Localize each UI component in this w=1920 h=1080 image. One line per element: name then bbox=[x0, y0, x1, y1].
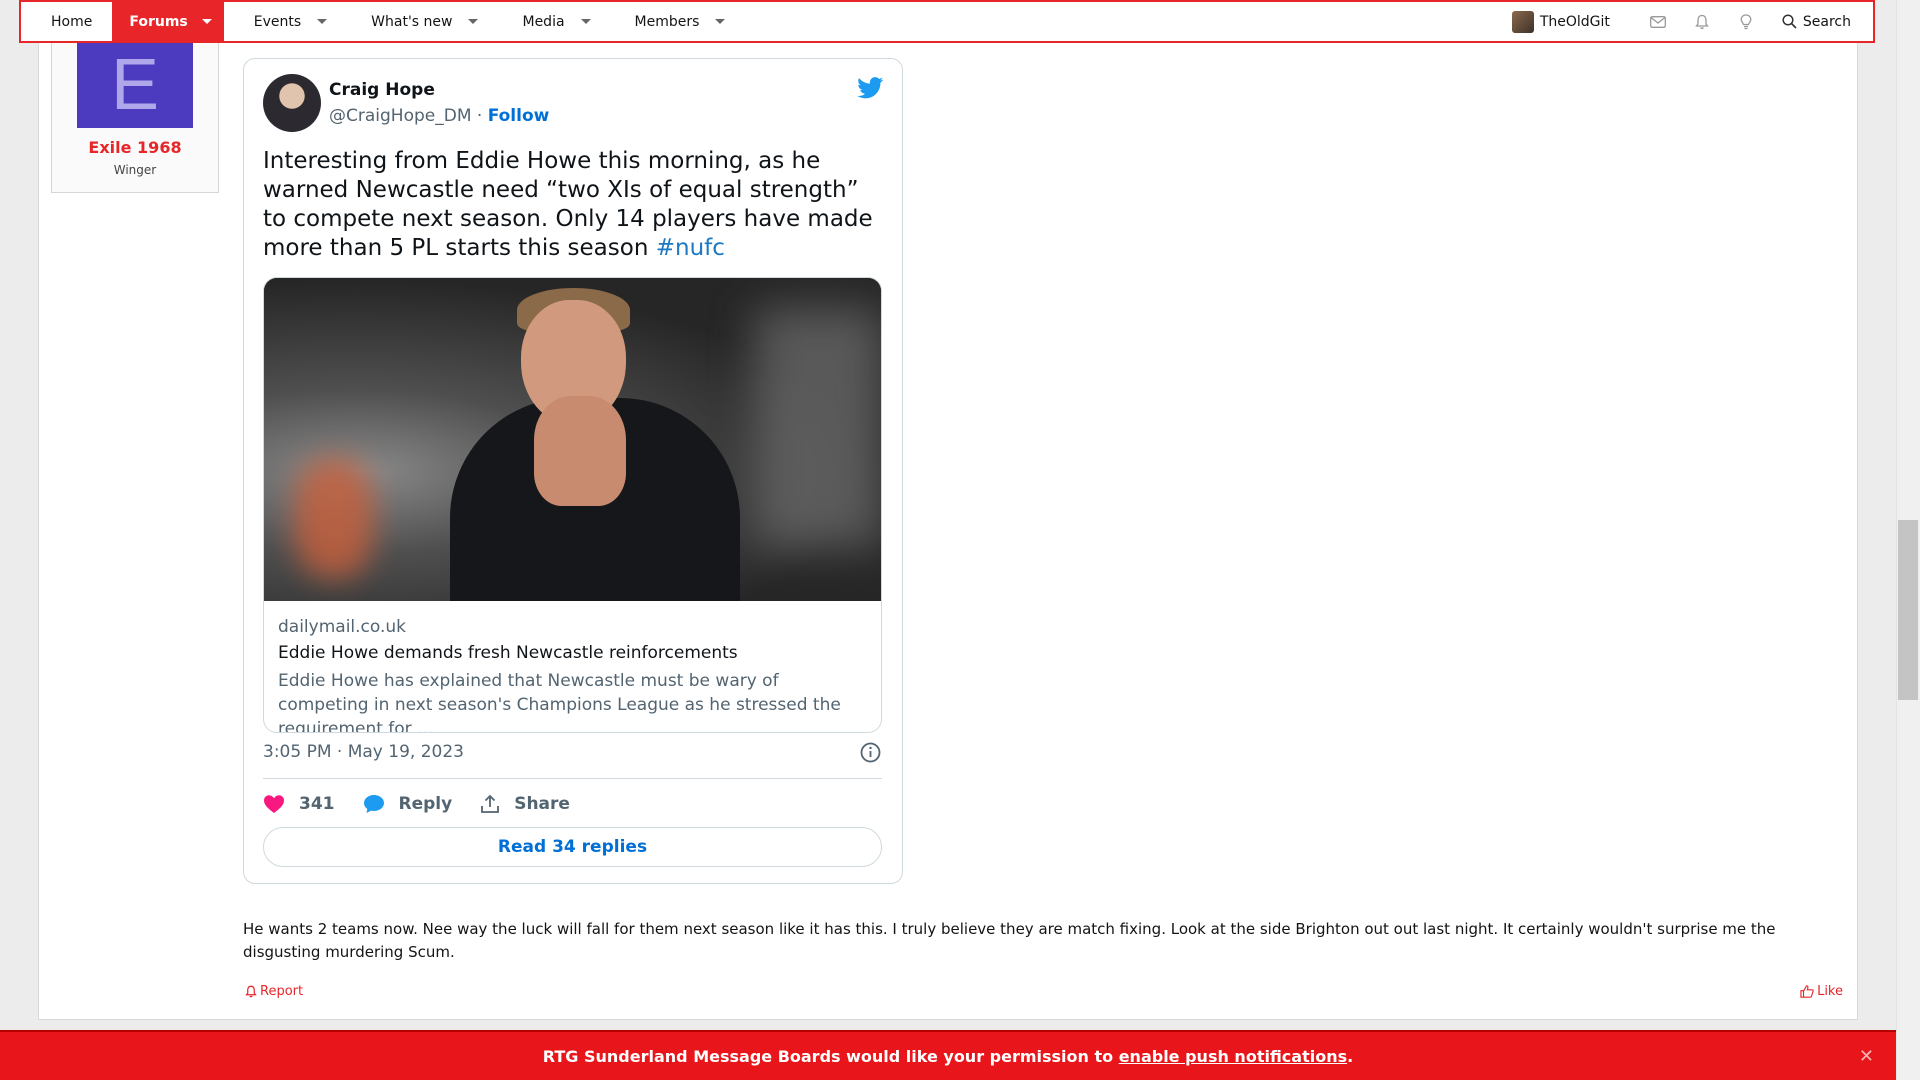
hashtag-link[interactable]: #nufc bbox=[656, 235, 725, 261]
nav-forums[interactable]: Forums bbox=[112, 2, 224, 41]
nav-whats-new-label: What's new bbox=[371, 13, 453, 30]
tweet-timestamp[interactable]: 3:05 PM · May 19, 2023 bbox=[263, 742, 464, 762]
tweet-actions: 341 Reply Share bbox=[263, 794, 598, 814]
nav-right-group: TheOldGit Search bbox=[1511, 2, 1873, 41]
tweet-divider bbox=[263, 778, 882, 779]
nav-members-label: Members bbox=[634, 13, 700, 30]
close-icon[interactable]: ✕ bbox=[1859, 1032, 1874, 1080]
report-button[interactable]: Report bbox=[245, 984, 303, 999]
report-label: Report bbox=[260, 984, 304, 999]
tweet-text: Interesting from Eddie Howe this morning… bbox=[263, 147, 888, 263]
share-action[interactable]: Share bbox=[480, 794, 570, 814]
chevron-down-icon[interactable] bbox=[317, 19, 328, 24]
thumbs-up-icon bbox=[1800, 985, 1814, 998]
bell-icon[interactable] bbox=[1680, 14, 1724, 30]
tweet-header: Craig Hope @CraigHope_DM · Follow bbox=[263, 74, 549, 132]
like-count: 341 bbox=[299, 794, 335, 814]
nav-media-label: Media bbox=[522, 13, 565, 30]
search-icon bbox=[1782, 14, 1797, 29]
article-image bbox=[264, 278, 881, 601]
like-label: Like bbox=[1817, 984, 1843, 999]
envelope-icon[interactable] bbox=[1636, 15, 1680, 28]
tweet-body: Interesting from Eddie Howe this morning… bbox=[263, 148, 873, 261]
search-button[interactable]: Search bbox=[1768, 14, 1873, 30]
page-scrollbar[interactable] bbox=[1896, 0, 1920, 1080]
tweet-handle-line: @CraigHope_DM · Follow bbox=[329, 106, 549, 126]
card-meta: dailymail.co.uk Eddie Howe demands fresh… bbox=[264, 601, 881, 733]
nav-home-label: Home bbox=[51, 13, 93, 30]
twitter-bird-icon[interactable] bbox=[857, 77, 884, 103]
enable-push-link[interactable]: enable push notifications bbox=[1119, 1047, 1347, 1066]
chevron-down-icon[interactable] bbox=[715, 19, 726, 24]
nav-whats-new[interactable]: What's new bbox=[341, 2, 492, 41]
share-label: Share bbox=[514, 794, 570, 814]
author-name[interactable]: Exile 1968 bbox=[52, 138, 218, 157]
nav-events-label: Events bbox=[253, 13, 302, 30]
forum-post: E Exile 1968 Winger Craig Hope @CraigHop… bbox=[38, 43, 1858, 1020]
heart-icon bbox=[264, 795, 284, 813]
embedded-tweet: Craig Hope @CraigHope_DM · Follow Intere… bbox=[243, 58, 903, 884]
read-replies-button[interactable]: Read 34 replies bbox=[263, 827, 882, 867]
author-title: Winger bbox=[113, 163, 157, 177]
share-icon bbox=[481, 794, 500, 813]
notice-text-end: . bbox=[1347, 1047, 1354, 1066]
link-preview-card[interactable]: dailymail.co.uk Eddie Howe demands fresh… bbox=[263, 277, 882, 733]
chevron-down-icon[interactable] bbox=[201, 19, 212, 24]
tweet-author-avatar[interactable] bbox=[263, 74, 321, 132]
scrollbar-thumb[interactable] bbox=[1898, 520, 1918, 700]
account-menu[interactable]: TheOldGit bbox=[1511, 10, 1610, 33]
follow-button[interactable]: Follow bbox=[488, 106, 550, 126]
author-avatar[interactable]: E bbox=[77, 43, 193, 128]
nav-forums-label: Forums bbox=[129, 13, 188, 30]
lightbulb-icon[interactable] bbox=[1724, 13, 1768, 30]
handle-separator: · bbox=[471, 106, 488, 126]
card-description: Eddie Howe has explained that Newcastle … bbox=[278, 671, 841, 733]
notice-text: RTG Sunderland Message Boards would like… bbox=[542, 1047, 1119, 1066]
nav-home[interactable]: Home bbox=[21, 2, 112, 41]
tweet-handle[interactable]: @CraigHope_DM bbox=[329, 106, 471, 126]
nav-members[interactable]: Members bbox=[605, 2, 740, 41]
user-avatar bbox=[1511, 10, 1534, 33]
chevron-down-icon[interactable] bbox=[580, 19, 591, 24]
card-domain: dailymail.co.uk bbox=[278, 617, 407, 637]
tweet-author-name[interactable]: Craig Hope bbox=[329, 80, 549, 100]
like-button[interactable]: Like bbox=[1800, 984, 1843, 999]
account-username: TheOldGit bbox=[1539, 13, 1610, 30]
speech-bubble-icon bbox=[363, 795, 384, 813]
nav-media[interactable]: Media bbox=[492, 2, 604, 41]
push-notification-banner: RTG Sunderland Message Boards would like… bbox=[0, 1030, 1896, 1080]
top-navigation-bar: Home Forums Events What's new Media Memb… bbox=[19, 0, 1875, 43]
info-icon[interactable] bbox=[860, 742, 881, 767]
search-label: Search bbox=[1802, 13, 1851, 30]
post-body-text: He wants 2 teams now. Nee way the luck w… bbox=[243, 920, 1776, 961]
reply-action[interactable]: Reply bbox=[363, 794, 453, 814]
like-action[interactable]: 341 bbox=[263, 794, 335, 814]
nav-events[interactable]: Events bbox=[224, 2, 341, 41]
reply-label: Reply bbox=[398, 794, 453, 814]
chevron-down-icon[interactable] bbox=[468, 19, 479, 24]
bell-icon bbox=[245, 985, 257, 998]
card-title: Eddie Howe demands fresh Newcastle reinf… bbox=[278, 643, 738, 663]
post-author-panel: E Exile 1968 Winger bbox=[51, 43, 219, 193]
